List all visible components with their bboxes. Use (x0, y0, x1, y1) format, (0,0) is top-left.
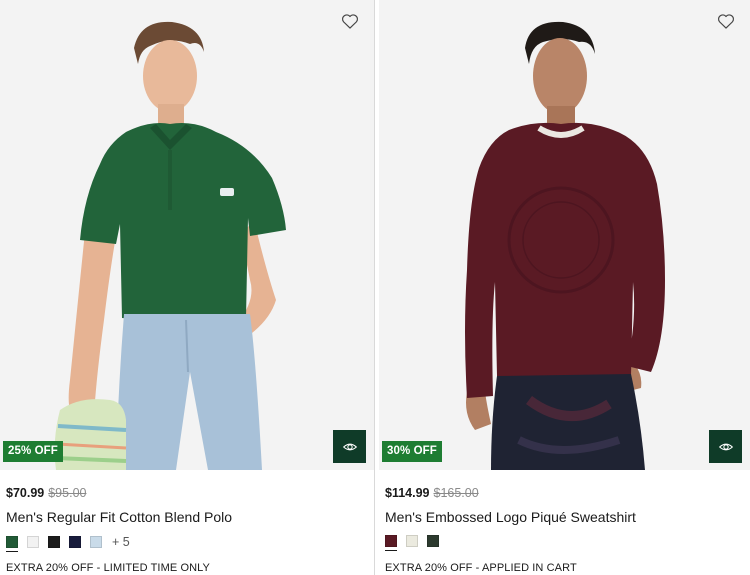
wishlist-button[interactable] (716, 11, 736, 31)
sweatshirt-model-illustration (379, 0, 750, 470)
discount-badge: 30% OFF (382, 441, 442, 462)
price-row: $114.99 $165.00 (385, 486, 744, 502)
product-image-area[interactable]: 25% OFF (0, 0, 374, 470)
original-price: $165.00 (433, 486, 479, 500)
current-price: $70.99 (6, 486, 45, 500)
promo-text: EXTRA 20% OFF - APPLIED IN CART (385, 562, 577, 574)
color-swatch[interactable] (48, 536, 60, 548)
color-swatch[interactable] (427, 535, 439, 547)
more-colors-link[interactable]: + 5 (112, 535, 130, 549)
product-image-area[interactable]: 30% OFF (379, 0, 750, 470)
card-divider (374, 0, 375, 575)
color-swatch[interactable] (69, 536, 81, 548)
product-grid: 25% OFF $70.99 $95.00 Men's Regular Fit … (0, 0, 750, 575)
discount-badge: 25% OFF (3, 441, 63, 462)
polo-model-illustration (0, 0, 374, 470)
promo-text: EXTRA 20% OFF - LIMITED TIME ONLY (6, 562, 210, 574)
color-swatches (385, 535, 439, 551)
product-image[interactable] (379, 0, 750, 470)
product-card[interactable]: 25% OFF $70.99 $95.00 Men's Regular Fit … (0, 0, 374, 575)
quick-view-button[interactable] (333, 430, 366, 463)
product-card[interactable]: 30% OFF $114.99 $165.00 Men's Embossed L… (379, 0, 750, 575)
price-row: $70.99 $95.00 (6, 486, 368, 502)
product-info: $114.99 $165.00 Men's Embossed Logo Piqu… (385, 486, 744, 526)
heart-outline-icon (342, 14, 358, 29)
product-name-link[interactable]: Men's Embossed Logo Piqué Sweatshirt (385, 508, 744, 526)
wishlist-button[interactable] (340, 11, 360, 31)
original-price: $95.00 (48, 486, 87, 500)
color-swatch[interactable] (6, 536, 18, 552)
current-price: $114.99 (385, 486, 430, 500)
color-swatches: + 5 (6, 535, 130, 552)
eye-icon (718, 443, 733, 450)
product-name-link[interactable]: Men's Regular Fit Cotton Blend Polo (6, 508, 368, 526)
color-swatch[interactable] (27, 536, 39, 548)
color-swatch[interactable] (406, 535, 418, 547)
quick-view-button[interactable] (709, 430, 742, 463)
color-swatch[interactable] (385, 535, 397, 551)
eye-icon (342, 443, 357, 450)
color-swatch[interactable] (90, 536, 102, 548)
product-image[interactable] (0, 0, 374, 470)
product-info: $70.99 $95.00 Men's Regular Fit Cotton B… (6, 486, 368, 526)
heart-outline-icon (718, 14, 734, 29)
